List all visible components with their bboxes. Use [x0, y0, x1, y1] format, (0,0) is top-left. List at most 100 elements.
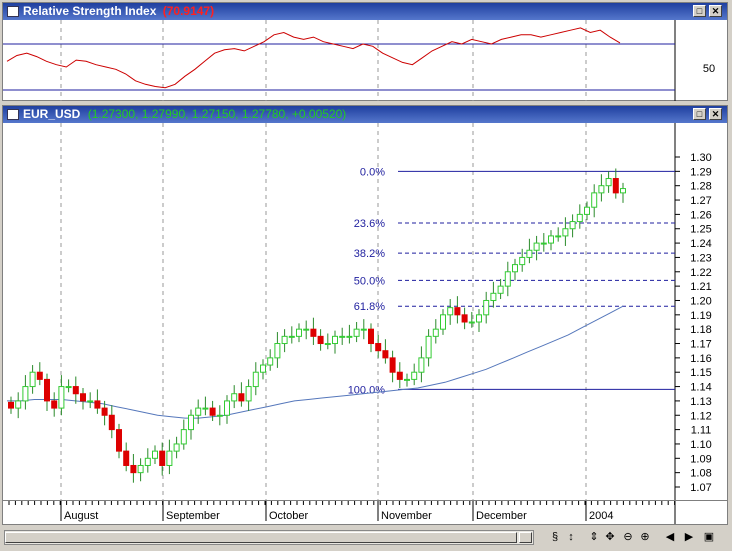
- x-axis-label: August: [64, 510, 98, 522]
- fibonacci-label: 23.6%: [354, 218, 385, 230]
- candle-body: [533, 242, 540, 251]
- y-tick-label: 1.29: [690, 166, 711, 178]
- candle-body: [569, 221, 576, 230]
- price-close-button[interactable]: ✕: [709, 108, 722, 120]
- price-restore-button[interactable]: □: [693, 108, 706, 120]
- candle-body: [238, 393, 245, 402]
- candle-body: [65, 386, 72, 389]
- scroll-right-icon[interactable]: ▶: [682, 530, 696, 544]
- candle-body: [8, 401, 14, 409]
- candle-body: [137, 464, 144, 474]
- x-axis-label: November: [381, 510, 432, 522]
- rsi-close-button[interactable]: ✕: [709, 5, 722, 17]
- candle-body: [382, 350, 389, 359]
- y-tick-label: 1.19: [690, 310, 711, 322]
- candle-body: [152, 450, 158, 459]
- candle-body: [58, 386, 65, 409]
- scrollbar-grip[interactable]: [519, 532, 532, 543]
- rsi-chart-area[interactable]: 50: [3, 20, 727, 101]
- candle-body: [224, 400, 230, 416]
- candle-body: [346, 335, 353, 338]
- candle-body: [612, 178, 619, 194]
- candle-body: [288, 335, 295, 338]
- candle-body: [548, 235, 554, 244]
- cycle-icon[interactable]: §: [548, 530, 562, 544]
- candle-body: [562, 228, 569, 237]
- x-axis-label: October: [269, 510, 308, 522]
- bottom-toolbar: § ↕ ⇕ ✥ ⊖ ⊕ ◀ ▶ ▣: [0, 526, 732, 551]
- y-tick-label: 1.20: [690, 295, 711, 307]
- candle-body: [180, 429, 187, 445]
- crosshair-icon[interactable]: ↕: [564, 530, 578, 544]
- y-tick-label: 1.12: [690, 410, 711, 422]
- rsi-titlebar[interactable]: Relative Strength Index (70.9147) □ ✕: [3, 3, 727, 20]
- scrollbar-thumb[interactable]: [5, 532, 517, 543]
- candle-body: [620, 188, 626, 194]
- candle-body: [310, 328, 317, 337]
- y-tick-label: 1.11: [691, 425, 712, 437]
- candle-body: [130, 464, 137, 474]
- candle-body: [87, 400, 94, 403]
- price-chart-area[interactable]: 1.30 1.29 1.28 1.27 1.26 1.25 1.24 1.23 1.22 1.21…: [3, 123, 727, 500]
- zoom-out-icon[interactable]: ⊖: [621, 530, 635, 544]
- maximize-icon[interactable]: ▣: [702, 530, 716, 544]
- price-title: EUR_USD: [23, 107, 81, 121]
- candle-body: [72, 386, 79, 395]
- candle-body: [303, 328, 310, 331]
- candle-body: [101, 407, 108, 416]
- candle-body: [108, 414, 115, 431]
- candle-body: [512, 264, 518, 273]
- candle-body: [281, 335, 288, 345]
- rsi-line: [6, 27, 621, 89]
- candle-body: [598, 185, 605, 194]
- candle-body: [504, 271, 511, 287]
- fibonacci-label: 38.2%: [354, 248, 385, 260]
- vertical-arrows-icon[interactable]: ⇕: [587, 530, 601, 544]
- candle-body: [44, 378, 50, 402]
- y-tick-label: 1.15: [690, 367, 711, 379]
- pan-icon[interactable]: ✥: [603, 530, 617, 544]
- candle-body: [461, 314, 468, 323]
- candle-body: [252, 371, 259, 388]
- rsi-restore-button[interactable]: □: [693, 5, 706, 17]
- candle-body: [432, 328, 439, 337]
- price-titlebar[interactable]: EUR_USD (1.27300, 1.27990, 1.27150, 1.27…: [3, 106, 727, 123]
- candle-body: [526, 249, 533, 258]
- candle-body: [339, 335, 346, 338]
- candle-body: [267, 357, 274, 366]
- candle-body: [296, 328, 302, 337]
- scroll-left-icon[interactable]: ◀: [663, 530, 677, 544]
- candle-body: [202, 407, 209, 410]
- candle-body: [490, 292, 497, 301]
- y-tick-label: 1.07: [690, 482, 711, 494]
- fibonacci-label: 50.0%: [354, 275, 385, 287]
- candle-body: [404, 378, 410, 381]
- candle-body: [584, 206, 590, 215]
- y-tick-label: 1.08: [690, 468, 711, 480]
- y-tick-label: 1.09: [690, 453, 711, 465]
- candle-body: [216, 414, 223, 417]
- candle-body: [605, 178, 612, 187]
- y-tick-label: 1.26: [690, 209, 711, 221]
- rsi-value: (70.9147): [162, 4, 215, 18]
- y-tick-label: 1.23: [690, 252, 711, 264]
- candle-body: [332, 335, 338, 345]
- candle-body: [231, 393, 238, 402]
- candle-body: [396, 371, 403, 380]
- fibonacci-label: 61.8%: [354, 301, 385, 313]
- y-tick-label: 1.28: [690, 181, 711, 193]
- candle-body: [425, 335, 432, 359]
- window-icon: [7, 6, 19, 17]
- zoom-in-icon[interactable]: ⊕: [638, 530, 652, 544]
- y-tick-label: 1.22: [690, 267, 711, 279]
- y-tick-label: 1.30: [690, 152, 711, 164]
- candle-body: [497, 285, 504, 294]
- rsi-pane: Relative Strength Index (70.9147) □ ✕ 50: [2, 2, 728, 101]
- price-quote: (1.27300, 1.27990, 1.27150, 1.27780, +0.…: [87, 107, 347, 121]
- rsi-chart: 50: [3, 20, 715, 101]
- candle-body: [540, 242, 547, 245]
- candle-body: [418, 357, 425, 373]
- horizontal-scrollbar[interactable]: [4, 530, 534, 545]
- candle-body: [576, 213, 583, 223]
- y-tick-label: 1.18: [690, 324, 711, 336]
